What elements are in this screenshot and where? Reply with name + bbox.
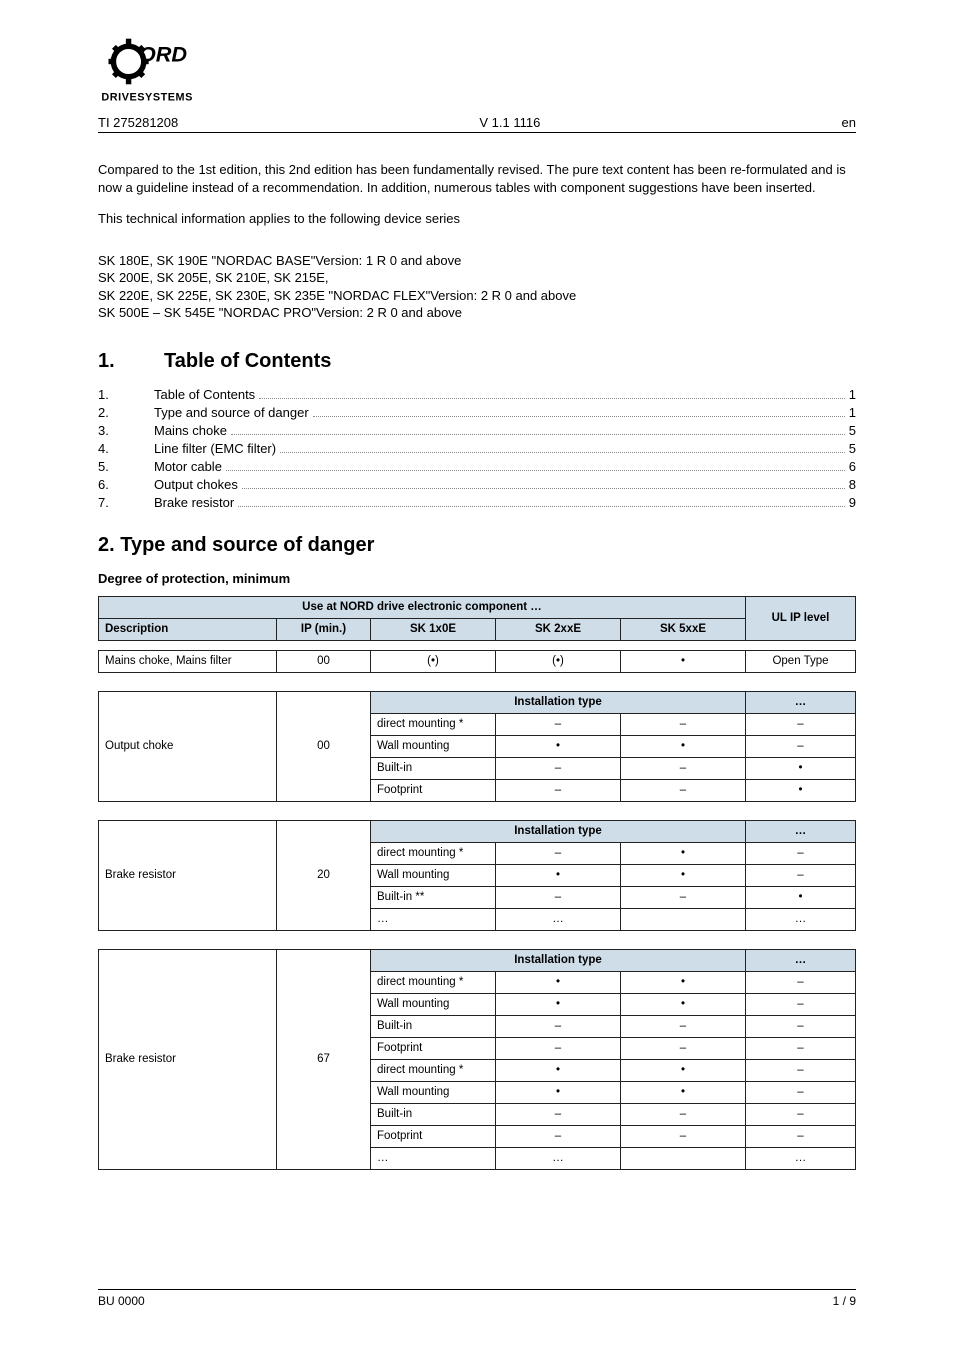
sub-heading: Degree of protection, minimum <box>98 571 856 586</box>
doc-lang: en <box>842 115 856 130</box>
logo: ORD DRIVESYSTEMS <box>98 30 856 109</box>
row-head: Brake resistor <box>99 949 277 1169</box>
row-head: Output choke <box>99 691 277 801</box>
row-head: Brake resistor <box>99 820 277 930</box>
inner-head: Installation type <box>371 691 746 713</box>
row-ip: 20 <box>277 820 371 930</box>
inner-head: Installation type <box>371 949 746 971</box>
series-line: SK 220E, SK 225E, SK 230E, SK 235E "NORD… <box>98 287 856 305</box>
footer-right: 1 / 9 <box>833 1294 856 1308</box>
toc-item: 4.Line filter (EMC filter)5 <box>98 441 856 456</box>
table-brake-resistor-20: Brake resistor 20 Installation type … di… <box>98 820 856 931</box>
table-brake-resistor-67: Brake resistor 67 Installation type … di… <box>98 949 856 1170</box>
inner-head-right: … <box>746 691 856 713</box>
toc-heading-num: 1. <box>98 350 154 373</box>
toc-item: 2.Type and source of danger1 <box>98 405 856 420</box>
toc: 1. Table of Contents 1.Table of Contents… <box>98 350 856 510</box>
header-rule: TI 275281208 V 1.1 1116 en <box>98 115 856 133</box>
section-heading: 2. Type and source of danger <box>98 534 856 557</box>
footer-left: BU 0000 <box>98 1294 145 1308</box>
toc-item: 5.Motor cable6 <box>98 459 856 474</box>
inner-head: Installation type <box>371 820 746 842</box>
row-ip: 00 <box>277 691 371 801</box>
col-header: IP (min.) <box>277 618 371 640</box>
table-main: Use at NORD drive electronic component …… <box>98 596 856 673</box>
edition-note: Compared to the 1st edition, this 2nd ed… <box>98 161 856 196</box>
toc-item: 1.Table of Contents1 <box>98 387 856 402</box>
inner-head-right: … <box>746 820 856 842</box>
doc-id: TI 275281208 <box>98 115 178 130</box>
toc-item: 7.Brake resistor9 <box>98 495 856 510</box>
svg-text:ORD: ORD <box>139 41 188 66</box>
svg-text:DRIVESYSTEMS: DRIVESYSTEMS <box>101 92 192 104</box>
inner-head-right: … <box>746 949 856 971</box>
col-header: SK 2xxE <box>496 618 621 640</box>
table-header: Use at NORD drive electronic component … <box>99 596 746 618</box>
col-header: SK 1x0E <box>371 618 496 640</box>
series-line: SK 500E – SK 545E "NORDAC PRO"Version: 2… <box>98 304 856 322</box>
table-row: Mains choke, Mains filter 00 (•) (•) • O… <box>99 650 856 672</box>
toc-item: 6.Output chokes8 <box>98 477 856 492</box>
applies-to: This technical information applies to th… <box>98 210 856 228</box>
footer: BU 0000 1 / 9 <box>98 1289 856 1308</box>
doc-rev: V 1.1 1116 <box>479 115 540 130</box>
col-header: Description <box>99 618 277 640</box>
table-header: UL IP level <box>746 596 856 640</box>
toc-item: 3.Mains choke5 <box>98 423 856 438</box>
series-line: SK 180E, SK 190E "NORDAC BASE"Version: 1… <box>98 252 856 270</box>
row-ip: 67 <box>277 949 371 1169</box>
col-header: SK 5xxE <box>621 618 746 640</box>
toc-heading-title: Table of Contents <box>164 350 331 373</box>
series-line: SK 200E, SK 205E, SK 210E, SK 215E, <box>98 269 856 287</box>
table-output-choke: Output choke 00 Installation type … dire… <box>98 691 856 802</box>
intro-block: Compared to the 1st edition, this 2nd ed… <box>98 161 856 322</box>
